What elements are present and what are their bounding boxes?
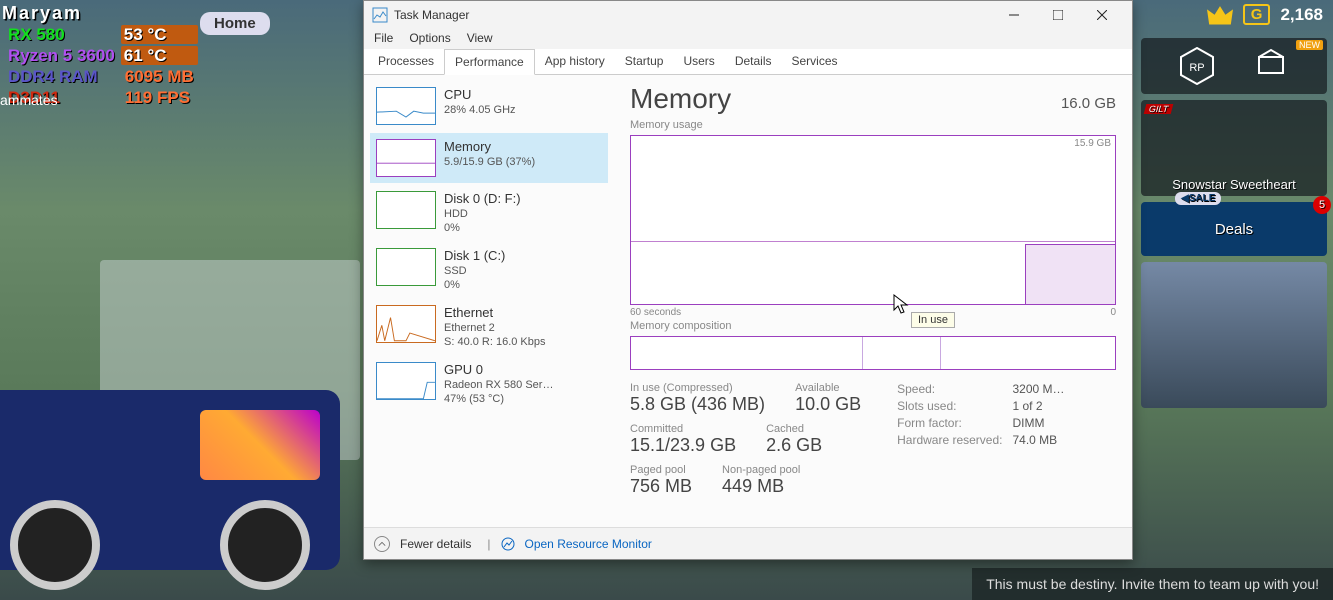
promo-card-1[interactable]: GILT Snowstar Sweetheart (1141, 100, 1327, 196)
deals-badge: 5 (1313, 196, 1331, 214)
side-cpu[interactable]: CPU28% 4.05 GHz (370, 81, 608, 131)
resource-monitor-icon (501, 537, 515, 551)
new-badge: NEW (1296, 40, 1323, 50)
side-gpu0[interactable]: GPU 0Radeon RX 580 Ser…47% (53 °C) (370, 356, 608, 411)
tab-strip: Processes Performance App history Startu… (364, 49, 1132, 75)
usage-label: Memory usage (630, 119, 1116, 131)
crate-icon (1254, 47, 1288, 85)
side-disk0[interactable]: Disk 0 (D: F:)HDD0% (370, 185, 608, 240)
perf-main: Memory 16.0 GB Memory usage 15.9 GB In u… (614, 75, 1132, 527)
side-memory[interactable]: Memory5.9/15.9 GB (37%) (370, 133, 608, 183)
side-ethernet[interactable]: EthernetEthernet 2S: 40.0 R: 16.0 Kbps (370, 299, 608, 354)
tab-app-history[interactable]: App history (535, 49, 615, 74)
window-title: Task Manager (394, 8, 469, 22)
chevron-up-icon[interactable] (374, 536, 390, 552)
tab-details[interactable]: Details (725, 49, 782, 74)
perf-heading: Memory (630, 83, 731, 115)
titlebar[interactable]: Task Manager (364, 1, 1132, 29)
memory-composition-bar[interactable] (630, 336, 1116, 370)
tab-users[interactable]: Users (673, 49, 724, 74)
graph-y-max: 15.9 GB (1074, 138, 1111, 149)
rp-icon: RP (1180, 47, 1214, 85)
graph-x-right: 0 (1110, 307, 1116, 318)
home-button[interactable]: Home (200, 12, 270, 35)
teammates-label: ammates (0, 92, 58, 108)
tab-processes[interactable]: Processes (368, 49, 444, 74)
minimize-button[interactable] (992, 1, 1036, 29)
crown-icon[interactable] (1207, 5, 1233, 25)
task-manager-window: Task Manager File Options View Processes… (363, 0, 1133, 560)
tab-performance[interactable]: Performance (444, 49, 535, 75)
promo-card-2[interactable] (1141, 262, 1327, 408)
memory-usage-graph[interactable]: 15.9 GB In use (630, 135, 1116, 305)
menubar: File Options View (364, 29, 1132, 49)
deals-card[interactable]: ◀SALE Deals 5 (1141, 202, 1327, 256)
side-disk1[interactable]: Disk 1 (C:)SSD0% (370, 242, 608, 297)
maximize-button[interactable] (1036, 1, 1080, 29)
player-name: Maryam (2, 4, 200, 23)
tab-startup[interactable]: Startup (615, 49, 674, 74)
memory-stats: In use (Compressed)5.8 GB (436 MB) Avail… (630, 382, 1116, 497)
fewer-details-link[interactable]: Fewer details (400, 537, 471, 551)
menu-options[interactable]: Options (409, 31, 450, 45)
tab-services[interactable]: Services (782, 49, 848, 74)
perf-sidebar: CPU28% 4.05 GHz Memory5.9/15.9 GB (37%) … (364, 75, 614, 527)
menu-file[interactable]: File (374, 31, 393, 45)
currency-badge[interactable]: G (1243, 4, 1271, 25)
graph-x-left: 60 seconds (630, 307, 681, 318)
top-right-hud: G 2,168 (1207, 4, 1323, 25)
top-promo-card[interactable]: RP NEW (1141, 38, 1327, 94)
destiny-banner[interactable]: This must be destiny. Invite them to tea… (972, 568, 1333, 600)
gilt-badge: GILT (1144, 104, 1174, 114)
menu-view[interactable]: View (467, 31, 493, 45)
task-manager-footer: Fewer details | Open Resource Monitor (364, 527, 1132, 559)
svg-text:RP: RP (1189, 62, 1204, 74)
comp-label: Memory composition (630, 320, 1116, 332)
close-button[interactable] (1080, 1, 1124, 29)
memory-capacity: 16.0 GB (1061, 95, 1116, 112)
cursor-icon (893, 294, 909, 316)
sale-tag: ◀SALE (1175, 192, 1221, 205)
task-manager-icon (372, 7, 388, 23)
graph-tooltip: In use (911, 312, 955, 328)
vehicle (0, 390, 340, 570)
currency-value: 2,168 (1280, 5, 1323, 25)
open-resource-monitor-link[interactable]: Open Resource Monitor (525, 537, 652, 551)
